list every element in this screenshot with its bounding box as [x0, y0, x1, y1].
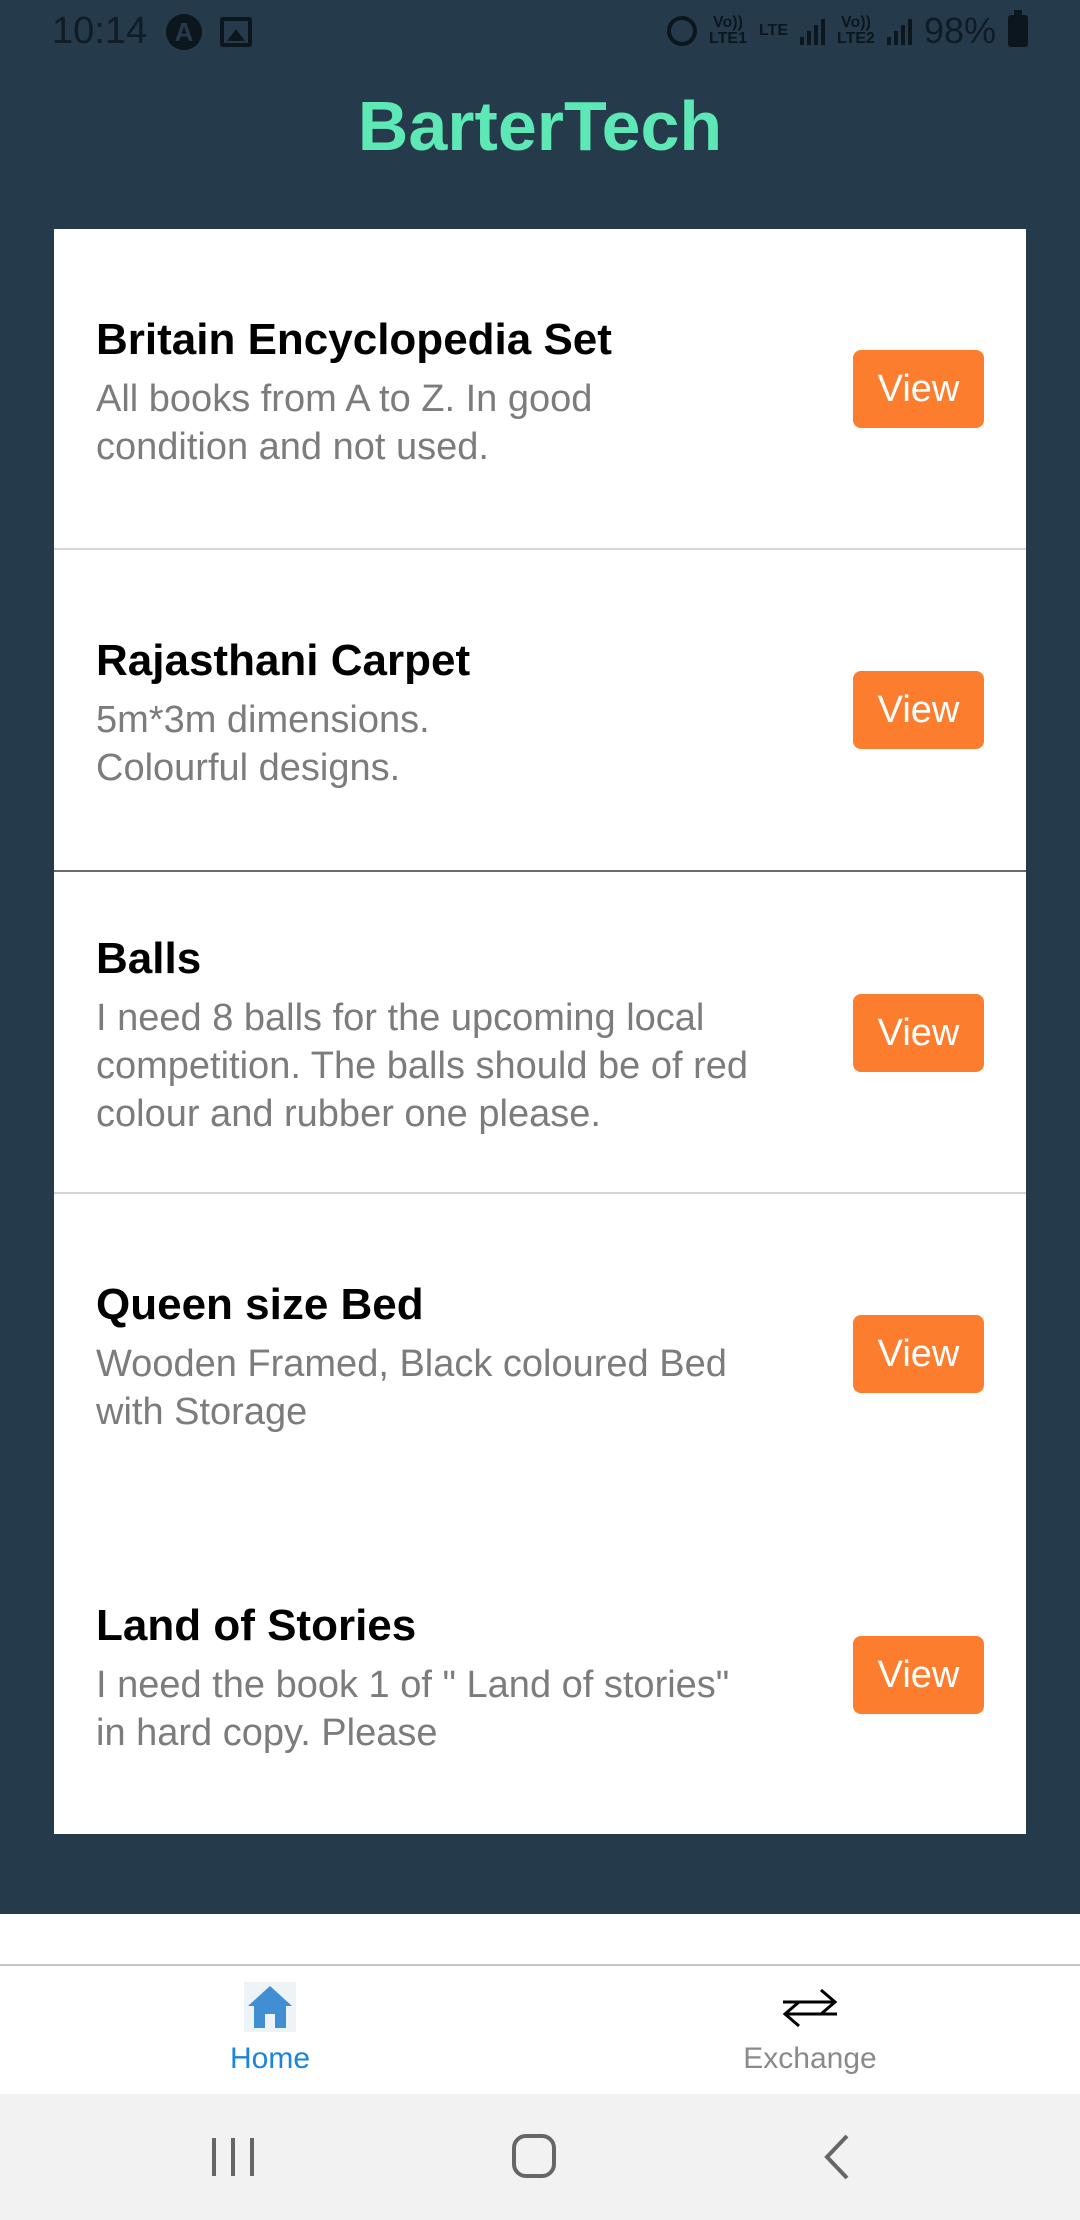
lte-indicator: LTE	[758, 22, 788, 39]
item-description: All books from A to Z. In good condition…	[96, 378, 593, 468]
volte-1-indicator: Vo)) LTE1	[709, 14, 747, 47]
item-title: Rajasthani Carpet	[96, 636, 471, 685]
status-left-icons: A	[166, 14, 252, 50]
list-item: Rajasthani Carpet 5m*3m dimensions. Colo…	[54, 550, 1026, 872]
home-circle-icon[interactable]	[500, 2124, 570, 2190]
item-description: I need 8 balls for the upcoming local co…	[96, 997, 749, 1135]
signal-1-icon	[800, 17, 825, 45]
bottom-nav-divider	[0, 1964, 1080, 1966]
list-item: Britain Encyclopedia Set All books from …	[54, 229, 1026, 550]
tab-exchange-label: Exchange	[743, 2042, 877, 2075]
status-right-icons: Vo)) LTE1 LTE Vo)) LTE2 98%	[667, 10, 1028, 52]
notification-a-icon: A	[166, 14, 202, 50]
battery-charging-icon	[1008, 10, 1028, 47]
item-title: Balls	[96, 934, 202, 983]
tab-exchange[interactable]: Exchange	[660, 1982, 960, 2092]
item-description: Wooden Framed, Black coloured Bed with S…	[96, 1343, 727, 1433]
battery-percent: 98%	[923, 10, 996, 51]
status-time: 10:14	[52, 10, 148, 52]
recents-icon[interactable]	[198, 2124, 268, 2190]
volte-2-indicator: Vo)) LTE2	[837, 14, 875, 47]
signal-2-icon	[886, 17, 912, 45]
home-icon	[244, 1982, 296, 2032]
view-button[interactable]: View	[853, 671, 984, 749]
app-title: BarterTech	[357, 87, 723, 165]
item-description: I need the book 1 of " Land of stories" …	[96, 1664, 730, 1754]
view-button[interactable]: View	[853, 994, 984, 1072]
list-item: Queen size Bed Wooden Framed, Black colo…	[54, 1194, 1026, 1515]
item-description: 5m*3m dimensions. Colourful designs.	[96, 699, 430, 789]
item-title: Britain Encyclopedia Set	[96, 315, 612, 364]
view-button[interactable]: View	[853, 1315, 984, 1393]
status-bar: 10:14 A Vo)) LTE1 LTE Vo)) LTE2 98%	[0, 0, 1080, 64]
items-list: Britain Encyclopedia Set All books from …	[54, 229, 1026, 1834]
tab-home[interactable]: Home	[120, 1982, 420, 2092]
item-title: Queen size Bed	[96, 1280, 424, 1329]
view-button[interactable]: View	[853, 1636, 984, 1714]
alarm-icon	[667, 16, 698, 46]
bottom-navigation: Home Exchange	[0, 1914, 1080, 2094]
tab-home-label: Home	[229, 2042, 311, 2075]
exchange-icon	[782, 1988, 838, 2028]
list-item: Balls I need 8 balls for the upcoming lo…	[54, 872, 1026, 1194]
list-item: Land of Stories I need the book 1 of " L…	[54, 1515, 1026, 1834]
item-title: Land of Stories	[96, 1601, 417, 1650]
system-navigation-bar	[0, 2094, 1080, 2220]
gallery-notification-icon	[220, 17, 252, 47]
view-button[interactable]: View	[853, 350, 984, 428]
back-icon[interactable]	[805, 2124, 875, 2190]
